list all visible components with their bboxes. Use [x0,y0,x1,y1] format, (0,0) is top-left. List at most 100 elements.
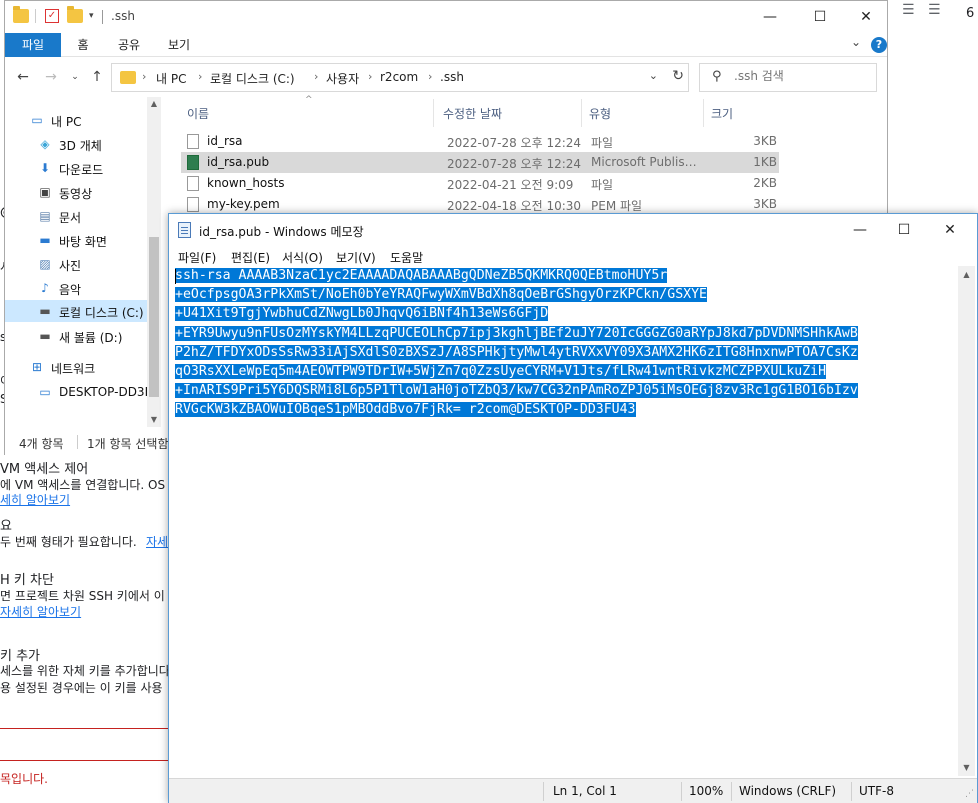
editor-content[interactable]: ssh-rsa AAAAB3NzaC1yc2EAAAADAQABAAABgQDN… [175,266,955,420]
close-button[interactable]: ✕ [927,214,973,246]
learn-more-link[interactable]: 자세 [146,533,168,550]
sidebar-item[interactable]: ▬ 바탕 화면 [5,229,147,251]
sidebar-item[interactable]: ▣ 동영상 [5,181,147,203]
error-divider [0,728,168,729]
file-row[interactable]: known_hosts 2022-04-21 오전 9:09 파일 2KB [181,173,779,194]
column-header-name[interactable]: 이름 [187,105,209,122]
sidebar-item[interactable]: ♪ 음악 [5,277,147,299]
menu-lines-icon-2[interactable]: ☰ [928,2,941,18]
properties-icon[interactable]: ✓ [45,9,59,23]
expand-ribbon-icon[interactable]: ⌄ [851,35,861,49]
sidebar-item-label: 사진 [59,259,82,273]
up-arrow-icon[interactable]: ↑ [87,67,107,87]
menu-format[interactable]: 서식(O) [282,249,323,266]
selected-text-line[interactable]: +eOcfpsgOA3rPkXmSt/NoEh0bYeYRAQFwyWXmVBd… [175,287,707,303]
sidebar-item[interactable]: ⬇ 다운로드 [5,157,147,179]
navigation-pane-scrollbar[interactable]: ▲ ▼ [147,97,161,427]
sidebar-item[interactable]: ▭ 내 PC [5,109,147,131]
sidebar-item-label: 내 PC [51,115,82,129]
search-input[interactable] [734,69,870,83]
file-row[interactable]: my-key.pem 2022-04-18 오전 10:30 PEM 파일 3KB [181,194,779,215]
breadcrumb-separator: › [368,70,373,83]
new-folder-icon[interactable] [67,6,83,23]
drive-icon: ▬ [39,304,51,318]
selected-text-line[interactable]: +InARIS9Pri5Y6DQSRMi8L6p5P1TloW1aH0joTZb… [175,383,858,399]
selected-text-line[interactable]: qO3RsXXLeWpEq5m4AEOWTPW9TDrIW+5WjZn7q0Zz… [175,364,827,380]
minimize-button[interactable]: — [837,214,883,246]
scroll-up-icon[interactable]: ▲ [147,97,161,111]
close-button[interactable]: ✕ [843,1,889,33]
selected-text-line[interactable]: ssh-rsa AAAAB3NzaC1yc2EAAAADAQABAAABgQDN… [175,268,668,283]
recent-locations-icon[interactable]: ⌄ [65,67,85,87]
column-header-size[interactable]: 크기 [711,105,733,122]
tab-file[interactable]: 파일 [5,33,61,57]
address-bar[interactable]: › 내 PC › 로컬 디스크 (C:) › 사용자 › r2com › .ss… [111,63,689,92]
scroll-down-icon[interactable]: ▼ [147,413,161,427]
forward-arrow-icon[interactable]: → [41,67,61,87]
file-row[interactable]: id_rsa.pub 2022-07-28 오후 12:24 Microsoft P… [181,152,779,173]
breadcrumb-separator: › [198,70,203,83]
column-header-date[interactable]: 수정한 날짜 [443,105,502,122]
sidebar-item[interactable]: ▭ DESKTOP-DD3F [5,381,151,403]
file-date: 2022-04-21 오전 9:09 [447,178,574,192]
breadcrumb-my-pc[interactable]: 내 PC [156,70,186,87]
editor-scrollbar[interactable]: ▲ ▼ [958,266,975,776]
menu-file[interactable]: 파일(F) [178,249,216,266]
column-divider[interactable] [581,99,582,127]
scrollbar-thumb[interactable] [149,237,159,397]
file-size: 3KB [753,197,777,211]
navigation-pane: ▭ 내 PC ◈ 3D 개체 ⬇ 다운로드 ▣ 동영상 ▤ 문서 ▬ 바탕 화면 ▨ 사진 ♪ 음악 ▬ 로컬 디… [5,97,161,427]
back-arrow-icon[interactable]: ← [13,67,33,87]
address-dropdown-icon[interactable]: ⌄ [649,69,658,82]
breadcrumb-ssh[interactable]: .ssh [440,70,464,84]
breadcrumb-users[interactable]: 사용자 [326,70,359,87]
scroll-down-icon[interactable]: ▼ [958,759,975,776]
menu-view[interactable]: 보기(V) [336,249,376,266]
status-divider [77,435,78,449]
drive-icon: ▬ [39,329,51,343]
tab-home[interactable]: 홈 [67,33,99,57]
minimize-button[interactable]: — [747,1,793,33]
explorer-titlebar[interactable]: ✓ ▾ .ssh — ☐ ✕ [5,1,887,33]
resize-grip-icon[interactable]: ⋰ [965,789,974,799]
ribbon-tabs: 파일 홈 공유 보기 ⌄ ? [5,33,887,57]
column-divider[interactable] [433,99,434,127]
sidebar-item[interactable]: ▨ 사진 [5,253,147,275]
menu-edit[interactable]: 편집(E) [231,249,270,266]
selected-text-line[interactable]: P2hZ/TFDYxODsSsRw33iAjSXdlS0zBXSzJ/A8SPH… [175,344,858,360]
tab-view[interactable]: 보기 [159,33,199,57]
maximize-button[interactable]: ☐ [881,214,927,246]
menu-help[interactable]: 도움말 [390,249,423,266]
selected-text-line[interactable]: +U41Xit9TgjYwbhuCdZNwgLb0JhqvQ6iBNf4h13e… [175,306,549,322]
learn-more-link[interactable]: 세히 알아보기 [0,491,70,508]
menu-lines-icon[interactable]: ☰ [902,2,915,18]
selected-count: 1개 항목 선택함 [87,437,169,451]
text-editor[interactable]: ssh-rsa AAAAB3NzaC1yc2EAAAADAQABAAABgQDN… [171,266,957,776]
tab-share[interactable]: 공유 [109,33,149,57]
sidebar-item[interactable]: ▬ 새 볼륨 (D:) [5,325,147,347]
window-title: id_rsa.pub - Windows 메모장 [199,225,364,239]
section-title: 요 [0,519,12,534]
section-title: H 키 차단 [0,573,54,588]
learn-more-link[interactable]: 자세히 알아보기 [0,603,81,620]
scroll-up-icon[interactable]: ▲ [958,266,975,283]
section-title: VM 액세스 제어 [0,462,89,477]
refresh-icon[interactable]: ↻ [672,68,684,84]
sidebar-item[interactable]: ◈ 3D 개체 [5,133,147,155]
sidebar-item[interactable]: ▤ 문서 [5,205,147,227]
selected-text-line[interactable]: RVGcKW3kZBAOWuIOBqeS1pMBOddBvo7FjRk= r2c… [175,402,636,418]
sidebar-item[interactable]: ▬ 로컬 디스크 (C:) [5,300,147,322]
search-box[interactable]: ⚲ [699,63,877,92]
file-row[interactable]: id_rsa 2022-07-28 오후 12:24 파일 3KB [181,131,779,152]
breadcrumb-user[interactable]: r2com [380,70,418,84]
help-button[interactable]: ? [871,37,887,53]
maximize-button[interactable]: ☐ [797,1,843,33]
sidebar-item[interactable]: ⊞ 네트워크 [5,356,147,378]
status-divider [731,782,732,801]
customize-toolbar-icon[interactable]: ▾ [89,11,99,25]
breadcrumb-local-disk[interactable]: 로컬 디스크 (C:) [210,70,295,87]
selected-text-line[interactable]: +EYR9Uwyu9nFUsOzMYskYM4LLzqPUCEOLhCp7ipj… [175,325,858,341]
notepad-titlebar[interactable]: id_rsa.pub - Windows 메모장 — ☐ ✕ [169,214,977,246]
column-divider[interactable] [703,99,704,127]
column-header-type[interactable]: 유형 [589,105,611,122]
